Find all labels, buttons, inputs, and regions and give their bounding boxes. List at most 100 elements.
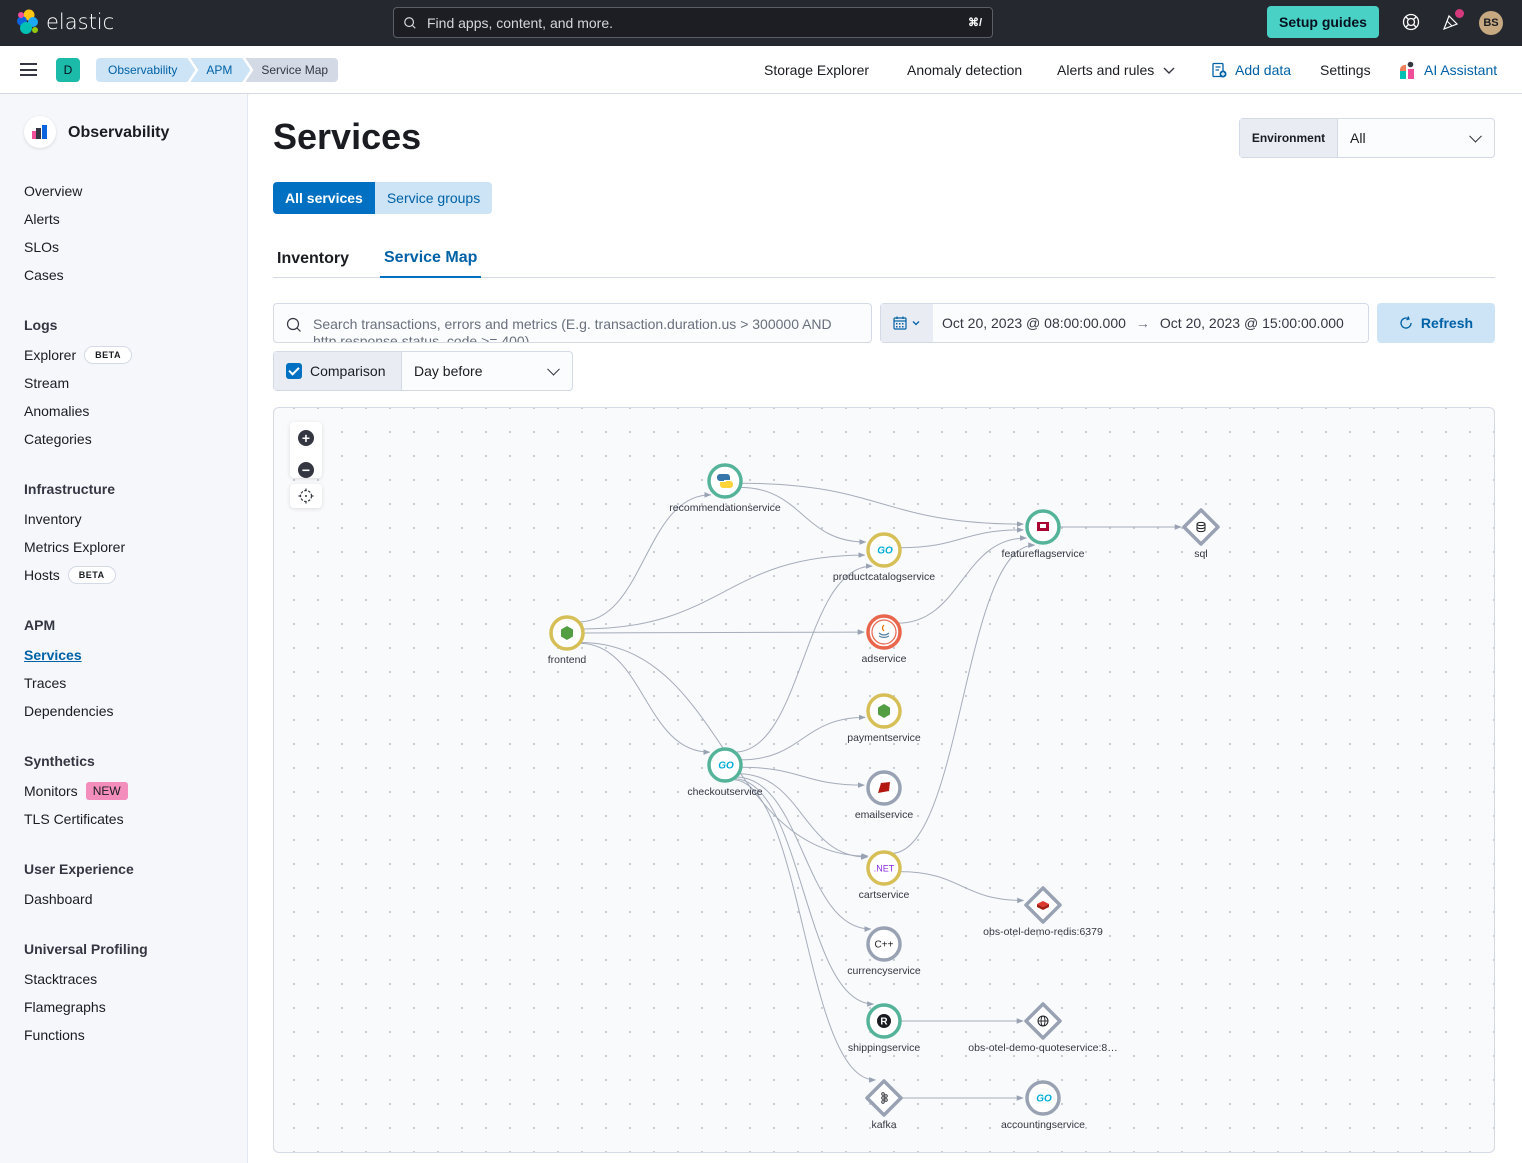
add-data-link[interactable]: Add data <box>1211 46 1291 94</box>
sidebar-item-hosts[interactable]: Hosts BETA <box>24 566 116 584</box>
node-shippingservice[interactable]: Rshippingservice <box>848 1003 921 1054</box>
sidebar-item-monitors[interactable]: Monitors NEW <box>24 782 128 800</box>
sidebar-item-stacktraces[interactable]: Stacktraces <box>24 971 97 987</box>
kql-placeholder: Search transactions, errors and metrics … <box>313 316 832 343</box>
edge-checkoutservice-to-productcatalogservice[interactable] <box>734 563 873 753</box>
comparison-toggle[interactable]: Comparison <box>274 352 402 390</box>
space-selector[interactable]: D <box>56 58 80 82</box>
global-search-input[interactable]: Find apps, content, and more. ⌘/ <box>393 7 993 38</box>
sidebar-item-cases[interactable]: Cases <box>24 267 64 283</box>
tab-inventory[interactable]: Inventory <box>273 240 353 278</box>
edge-frontend-to-adservice[interactable] <box>582 629 865 635</box>
node-emailservice[interactable]: emailservice <box>855 770 914 821</box>
kql-search-input[interactable]: Search transactions, errors and metrics … <box>273 303 872 343</box>
sidebar-item-categories[interactable]: Categories <box>24 431 92 447</box>
node-label: cartservice <box>859 889 910 901</box>
sidebar-item-label: Hosts <box>24 567 60 583</box>
node-quoteservice[interactable]: obs-otel-demo-quoteservice:8… <box>968 1002 1118 1054</box>
sidebar-item-metrics-explorer[interactable]: Metrics Explorer <box>24 539 125 555</box>
menu-toggle-icon[interactable] <box>20 63 37 76</box>
comparison-value: Day before <box>414 363 483 379</box>
sidebar-item-label: Explorer <box>24 347 77 363</box>
sidebar-item-dashboard[interactable]: Dashboard <box>24 891 93 907</box>
chevron-down-icon <box>547 362 560 376</box>
service-groups-button[interactable]: Service groups <box>374 182 493 214</box>
sidebar-item-flamegraphs[interactable]: Flamegraphs <box>24 999 106 1015</box>
anomaly-detection-link[interactable]: Anomaly detection <box>907 46 1022 94</box>
node-accountingservice[interactable]: GO accountingservice <box>1001 1080 1085 1131</box>
node-label: productcatalogservice <box>833 571 935 583</box>
end-date-button[interactable]: Oct 20, 2023 @ 15:00:00.000 <box>1160 315 1344 331</box>
breadcrumb-observability[interactable]: Observability <box>96 58 195 82</box>
node-checkoutservice[interactable]: GO checkoutservice <box>687 747 763 798</box>
comparison-checkbox[interactable] <box>286 363 302 379</box>
breadcrumb: Observability APM Service Map <box>96 58 339 82</box>
ai-assistant-button[interactable]: AI Assistant <box>1399 46 1497 94</box>
node-frontend[interactable]: frontend <box>548 615 587 666</box>
go-icon: GO <box>1036 1094 1052 1105</box>
tab-service-map[interactable]: Service Map <box>380 240 482 278</box>
edge-productcatalogservice-to-featureflagservice[interactable] <box>899 527 1024 549</box>
edge-cartservice-to-featureflagservice[interactable] <box>890 542 1036 854</box>
sidebar-item-slos[interactable]: SLOs <box>24 239 59 255</box>
sidebar-item-inventory[interactable]: Inventory <box>24 511 82 527</box>
sidebar-item-dependencies[interactable]: Dependencies <box>24 703 114 719</box>
chevron-down-icon <box>1469 129 1482 143</box>
service-map-canvas: frontend recommendationservice GO productca… <box>548 463 1220 1131</box>
edge-checkoutservice-to-kafka[interactable] <box>731 778 877 1083</box>
help-icon[interactable] <box>1401 12 1421 32</box>
node-recommendationservice[interactable]: recommendationservice <box>669 463 781 514</box>
node-paymentservice[interactable]: paymentservice <box>847 693 921 744</box>
date-picker: Oct 20, 2023 @ 08:00:00.000 → Oct 20, 20… <box>880 303 1369 343</box>
edge-checkoutservice-to-emailservice[interactable] <box>740 766 865 788</box>
environment-select[interactable]: Environment All <box>1239 118 1495 158</box>
edge-recommendationservice-to-productcatalogservice[interactable] <box>739 486 867 545</box>
edge-frontend-to-checkoutservice[interactable] <box>579 642 711 755</box>
all-services-button[interactable]: All services <box>273 182 375 214</box>
user-avatar[interactable]: BS <box>1479 11 1503 35</box>
search-placeholder: Find apps, content, and more. <box>427 14 613 31</box>
node-label: emailservice <box>855 809 914 821</box>
storage-explorer-link[interactable]: Storage Explorer <box>764 46 869 94</box>
edge-checkoutservice-to-currencyservice[interactable] <box>735 776 872 932</box>
node-productcatalogservice[interactable]: GO productcatalogservice <box>833 532 935 583</box>
comparison-select[interactable]: Day before <box>402 352 572 390</box>
node-sql[interactable]: sql <box>1182 508 1220 560</box>
service-ring <box>866 614 902 650</box>
node-redis[interactable]: obs-otel-demo-redis:6379 <box>983 886 1103 938</box>
refresh-button[interactable]: Refresh <box>1377 303 1495 343</box>
sidebar-item-anomalies[interactable]: Anomalies <box>24 403 89 419</box>
start-date-button[interactable]: Oct 20, 2023 @ 08:00:00.000 <box>942 315 1126 331</box>
alerts-and-rules-menu[interactable]: Alerts and rules <box>1057 46 1176 94</box>
svg-text:GO: GO <box>718 761 734 772</box>
sidebar-item-tls-certificates[interactable]: TLS Certificates <box>24 811 124 827</box>
elastic-logo[interactable]: elastic <box>16 9 114 35</box>
beta-badge: BETA <box>84 346 132 364</box>
sidebar-item-overview[interactable]: Overview <box>24 183 82 199</box>
sidebar-item-stream[interactable]: Stream <box>24 375 69 391</box>
service-map[interactable]: + − frontend recommendationservice GO produ… <box>273 407 1495 1153</box>
search-icon <box>404 16 416 29</box>
sidebar-item-services[interactable]: Services <box>24 647 82 663</box>
node-currencyservice[interactable]: C++ currencyservice <box>847 926 921 977</box>
sidebar-item-functions[interactable]: Functions <box>24 1027 85 1043</box>
breadcrumb-apm[interactable]: APM <box>190 58 250 82</box>
sidebar-item-traces[interactable]: Traces <box>24 675 66 691</box>
quick-select-button[interactable] <box>881 304 933 342</box>
node-cartservice[interactable]: .NET cartservice <box>859 850 910 901</box>
sidebar-title: Observability <box>68 124 170 141</box>
node-label: frontend <box>548 654 587 666</box>
settings-link[interactable]: Settings <box>1320 46 1371 94</box>
node-label: currencyservice <box>847 965 921 977</box>
sidebar-section-apm: APM <box>24 617 56 633</box>
edge-cartservice-to-redis[interactable] <box>899 871 1025 904</box>
sidebar-item-alerts[interactable]: Alerts <box>24 211 60 227</box>
go-icon: GO <box>877 546 893 557</box>
node-featureflagservice[interactable]: featureflagservice <box>1002 509 1085 560</box>
svg-text:GO: GO <box>877 546 893 557</box>
node-kafka[interactable]: kafka <box>865 1079 903 1131</box>
node-label: accountingservice <box>1001 1119 1085 1131</box>
sidebar-item-logs-explorer[interactable]: Explorer BETA <box>24 346 132 364</box>
edge-recommendationservice-to-featureflagservice[interactable] <box>740 482 1024 527</box>
setup-guides-button[interactable]: Setup guides <box>1267 6 1379 38</box>
